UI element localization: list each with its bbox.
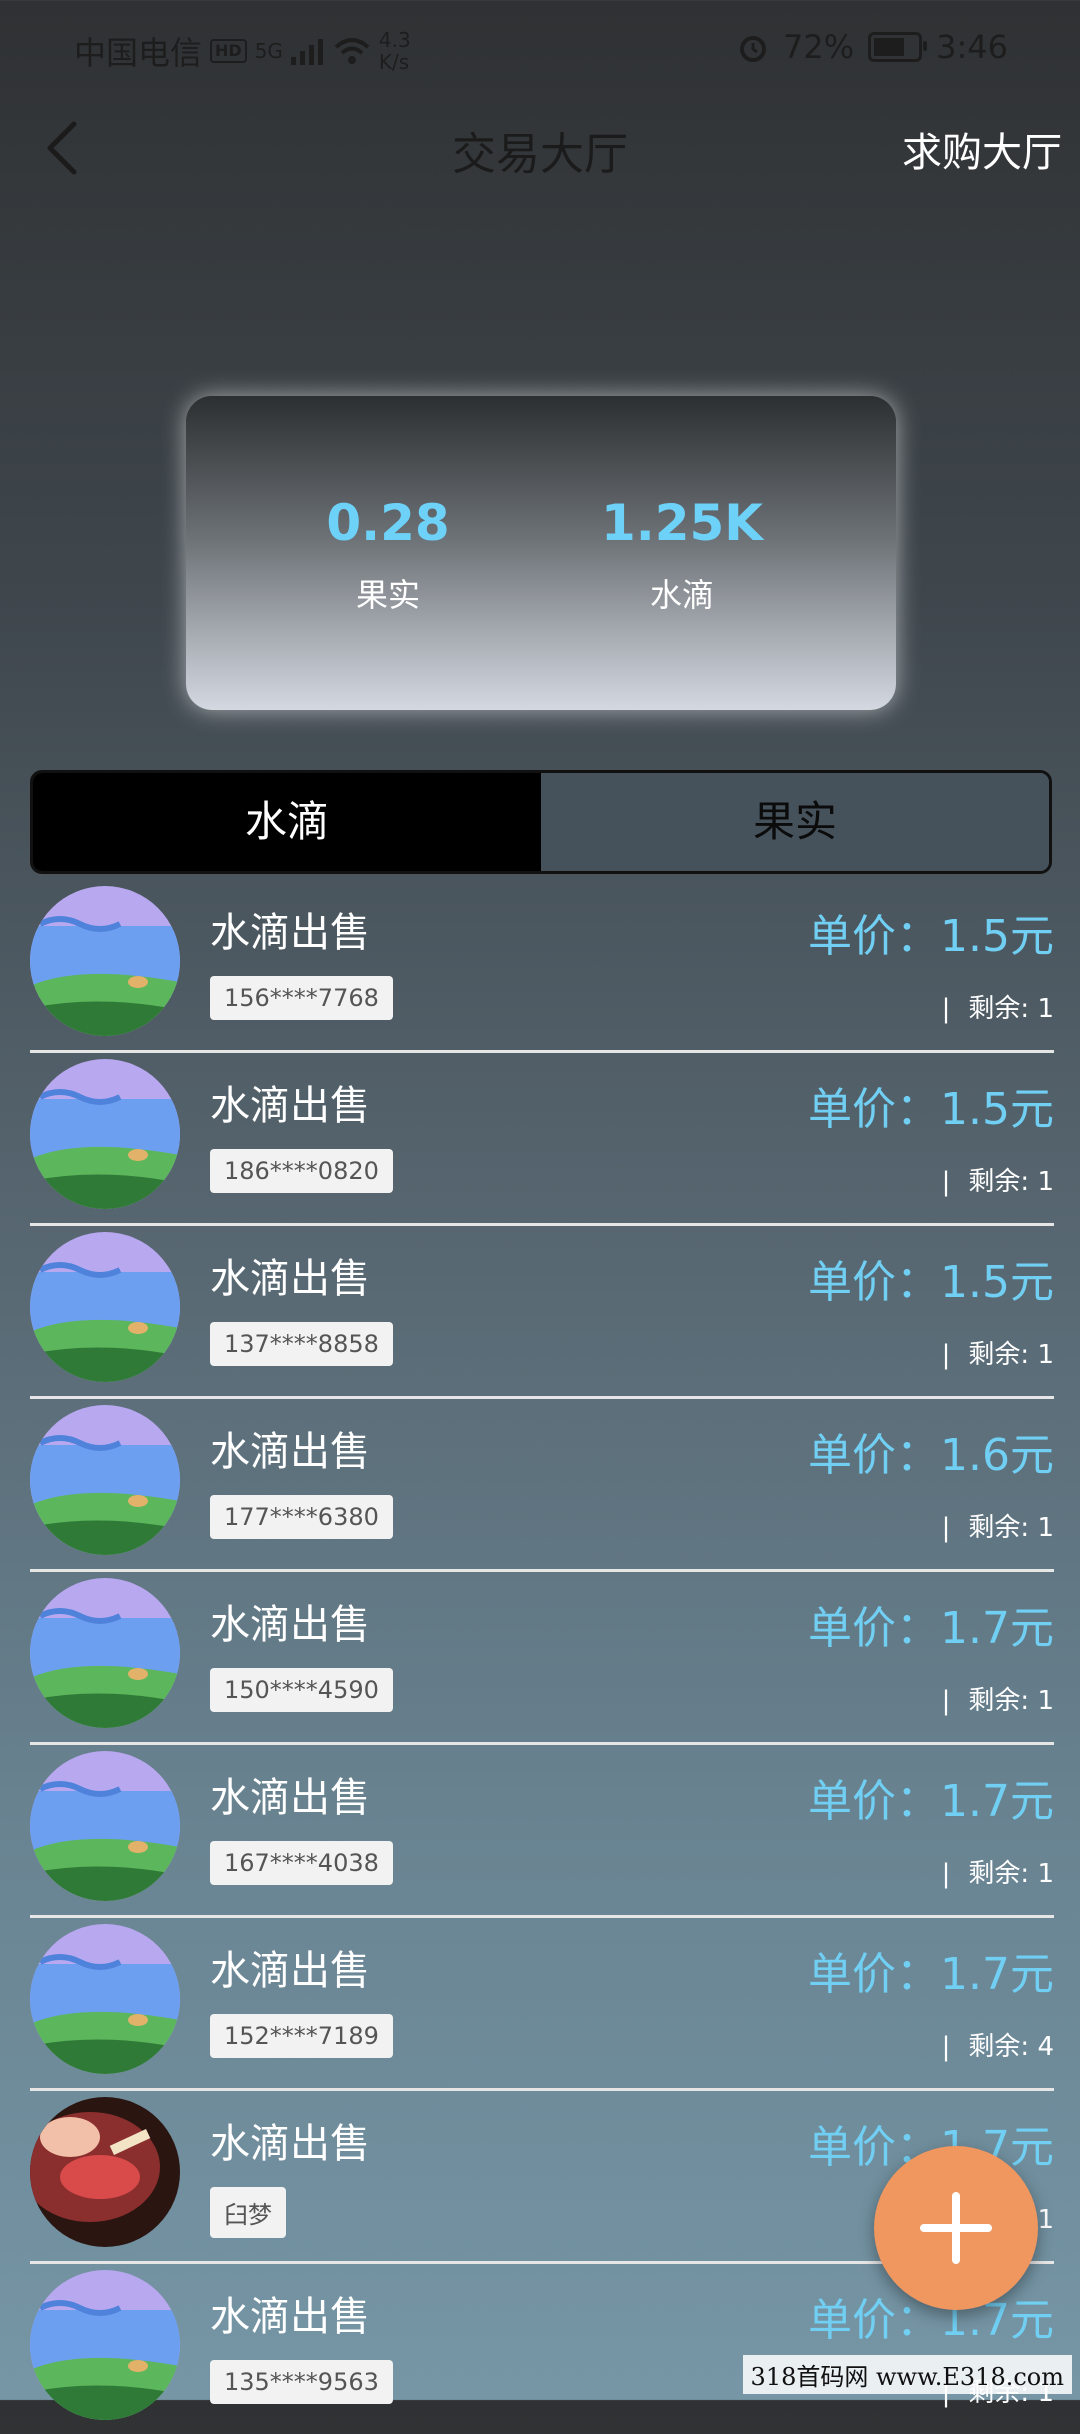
seller-tag: 156****7768 bbox=[210, 976, 393, 1020]
fruit-stat: 0.28 果实 bbox=[258, 494, 518, 616]
network-5g-label: 5G bbox=[254, 39, 283, 63]
unit-price: 单价：1.5元 bbox=[808, 1084, 1054, 1135]
remaining-count: |剩余: 1 bbox=[941, 1686, 1054, 1716]
avatar bbox=[30, 1232, 180, 1382]
wifi-icon bbox=[334, 38, 370, 64]
remaining-text: 剩余: 1 bbox=[968, 1686, 1054, 1716]
unit-price: 单价：1.5元 bbox=[808, 1257, 1054, 1308]
avatar bbox=[30, 2097, 180, 2247]
list-item[interactable]: 水滴出售 152****7189 单价：1.7元 | 剩余: 4 bbox=[30, 1918, 1054, 2091]
remaining-text: 剩余: 1 bbox=[968, 994, 1054, 1024]
avatar bbox=[30, 2270, 180, 2420]
avatar bbox=[30, 1059, 180, 1209]
alarm-icon bbox=[740, 36, 767, 62]
unit-price: 单价：1.7元 bbox=[808, 1776, 1054, 1827]
avatar bbox=[30, 1924, 180, 2074]
remaining-count: |剩余: 1 bbox=[941, 1859, 1054, 1889]
fruit-value: 0.28 bbox=[326, 494, 450, 552]
listing-title: 水滴出售 bbox=[210, 2294, 370, 2340]
seller-tag: 152****7189 bbox=[210, 2014, 393, 2058]
balance-card: 0.28 果实 1.25K 水滴 bbox=[186, 396, 896, 710]
water-stat: 1.25K 水滴 bbox=[552, 494, 812, 616]
list-item[interactable]: 水滴出售 167****4038 单价：1.7元 | 剩余: 1 bbox=[30, 1745, 1054, 1918]
carrier-name: 中国电信 bbox=[74, 34, 203, 72]
listing-title: 水滴出售 bbox=[210, 1775, 370, 1821]
purchase-hall-link[interactable]: 求购大厅 bbox=[902, 120, 1062, 178]
nav-bar: 交易大厅 求购大厅 bbox=[0, 104, 1080, 196]
seller-tag: 177****6380 bbox=[210, 1495, 393, 1539]
remaining-count: |剩余: 1 bbox=[941, 1513, 1054, 1543]
remaining-text: 剩余: 1 bbox=[968, 1859, 1054, 1889]
remaining-text: 剩余: 1 bbox=[968, 1167, 1054, 1197]
seller-tag: 135****9563 bbox=[210, 2360, 393, 2404]
signal-icon bbox=[290, 39, 323, 65]
unit-price: 单价：1.5元 bbox=[808, 911, 1054, 962]
add-listing-button[interactable] bbox=[874, 2146, 1038, 2310]
unit-price: 单价：1.6元 bbox=[808, 1430, 1054, 1481]
watermark: 318首码网 www.E318.com bbox=[742, 2355, 1072, 2394]
listing-title: 水滴出售 bbox=[210, 2121, 370, 2167]
clock-time: 3:46 bbox=[936, 28, 1008, 66]
network-speed: 4.3 K/s bbox=[379, 29, 411, 73]
listing-title: 水滴出售 bbox=[210, 1256, 370, 1302]
remaining-text: 剩余: 1 bbox=[968, 1340, 1054, 1370]
avatar bbox=[30, 1578, 180, 1728]
list-item[interactable]: 水滴出售 137****8858 单价：1.5元 | 剩余: 1 bbox=[30, 1226, 1054, 1399]
status-bar: 中国电信 HD 5G 4.3 K/s 72% 3:46 bbox=[0, 0, 1080, 104]
water-value: 1.25K bbox=[600, 494, 764, 552]
avatar bbox=[30, 1405, 180, 1555]
battery-icon bbox=[868, 32, 928, 62]
seller-tag: 150****4590 bbox=[210, 1668, 393, 1712]
list-item[interactable]: 水滴出售 135****9563 单价：1.7元 |剩余: 1 bbox=[30, 2264, 1054, 2434]
speed-value: 4.3 bbox=[378, 28, 411, 52]
listing-title: 水滴出售 bbox=[210, 910, 370, 956]
remaining-count: |剩余: 1 bbox=[941, 1167, 1054, 1197]
status-left: 中国电信 HD 5G 4.3 K/s bbox=[74, 28, 411, 74]
unit-price: 单价：1.7元 bbox=[808, 1949, 1054, 2000]
avatar bbox=[30, 886, 180, 1036]
battery-percent: 72% bbox=[783, 28, 855, 66]
unit-price: 单价：1.7元 bbox=[808, 1603, 1054, 1654]
tab-fruit[interactable]: 果实 bbox=[541, 773, 1049, 871]
listing-title: 水滴出售 bbox=[210, 1602, 370, 1648]
seller-tag: 186****0820 bbox=[210, 1149, 393, 1193]
list-item[interactable]: 水滴出售 150****4590 单价：1.7元 | 剩余: 1 bbox=[30, 1572, 1054, 1745]
listing-title: 水滴出售 bbox=[210, 1429, 370, 1475]
list-item[interactable]: 水滴出售 177****6380 单价：1.6元 | 剩余: 1 bbox=[30, 1399, 1054, 1572]
speed-unit: K/s bbox=[378, 50, 410, 74]
remaining-count: | 剩余: 4 bbox=[941, 2032, 1054, 2062]
tab-water[interactable]: 水滴 bbox=[33, 773, 541, 871]
seller-tag: 137****8858 bbox=[210, 1322, 393, 1366]
remaining-text: 剩余: 1 bbox=[968, 1513, 1054, 1543]
list-item[interactable]: 水滴出售 156****7768 单价：1.5元 | 剩余: 1 bbox=[30, 880, 1054, 1053]
category-tabs: 水滴 果实 bbox=[30, 770, 1052, 874]
list-item[interactable]: 水滴出售 186****0820 单价：1.5元 | 剩余: 1 bbox=[30, 1053, 1054, 1226]
listing-title: 水滴出售 bbox=[210, 1948, 370, 1994]
fruit-label: 果实 bbox=[355, 576, 420, 614]
remaining-text: 剩余: 4 bbox=[968, 2032, 1054, 2062]
remaining-count: |剩余: 1 bbox=[941, 1340, 1054, 1370]
status-right: 72% 3:46 bbox=[737, 28, 1008, 66]
remaining-count: |剩余: 1 bbox=[941, 994, 1054, 1024]
seller-tag: 臼梦 bbox=[210, 2187, 286, 2238]
water-label: 水滴 bbox=[649, 576, 714, 614]
avatar bbox=[30, 1751, 180, 1901]
seller-tag: 167****4038 bbox=[210, 1841, 393, 1885]
listing-title: 水滴出售 bbox=[210, 1083, 370, 1129]
hd-icon: HD bbox=[210, 39, 247, 63]
